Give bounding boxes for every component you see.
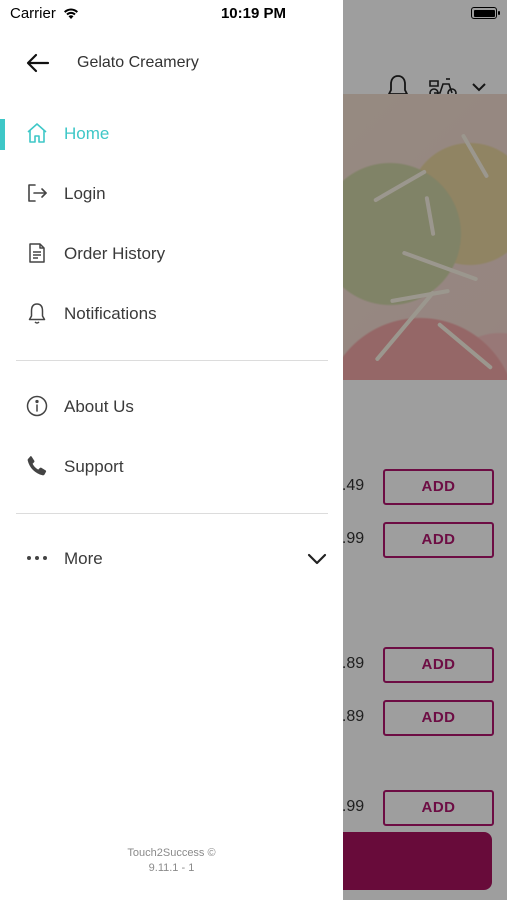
menu-item-home[interactable]: Home: [0, 109, 343, 161]
menu-label-order-history: Order History: [64, 244, 166, 263]
menu-item-more[interactable]: More: [0, 534, 343, 586]
menu-label-about-us: About Us: [64, 397, 134, 416]
battery-icon: [471, 7, 500, 19]
login-icon: [28, 184, 47, 202]
menu-label-more: More: [64, 549, 103, 568]
store-name: Gelato Creamery: [77, 54, 199, 71]
menu-label-home: Home: [64, 124, 110, 143]
menu-label-login: Login: [64, 184, 106, 203]
menu-item-order-history[interactable]: Order History: [0, 229, 343, 281]
back-arrow-icon[interactable]: [24, 51, 52, 75]
status-bar: Carrier 10:19 PM: [0, 0, 507, 28]
bell-icon: [28, 303, 46, 324]
home-icon: [27, 123, 47, 143]
menu-item-support[interactable]: Support: [0, 442, 343, 494]
navigation-drawer: Gelato Creamery Home Login Order History…: [0, 0, 343, 900]
menu-label-notifications: Notifications: [64, 304, 157, 323]
receipt-icon: [29, 243, 45, 263]
phone-icon: [27, 456, 47, 476]
menu-item-login[interactable]: Login: [0, 169, 343, 221]
more-dots-icon: [27, 556, 47, 560]
chevron-down-icon[interactable]: [306, 548, 328, 570]
status-time: 10:19 PM: [220, 5, 287, 22]
menu-divider: [16, 360, 328, 361]
info-icon: [26, 395, 48, 417]
menu-label-support: Support: [64, 457, 124, 476]
menu-divider: [16, 513, 328, 514]
menu-item-about-us[interactable]: About Us: [0, 382, 343, 434]
footer-version: 9.11.1 - 1: [148, 862, 195, 874]
footer-brand: Touch2Success ©: [127, 847, 216, 859]
menu-item-notifications[interactable]: Notifications: [0, 289, 343, 341]
